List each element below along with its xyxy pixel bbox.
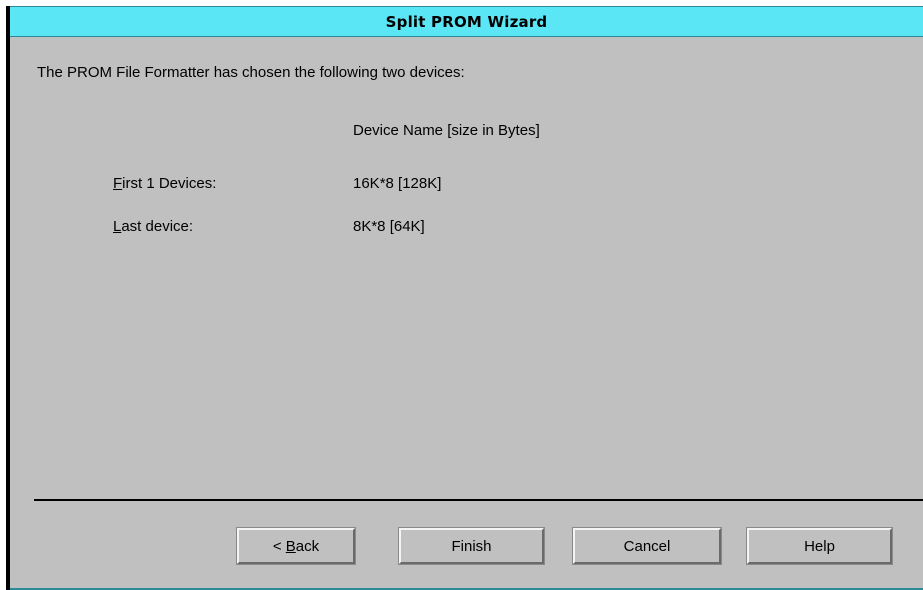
device-name-column-header: Device Name [size in Bytes] (353, 122, 540, 139)
first-devices-mnemonic: F (113, 175, 123, 192)
first-devices-label-text: irst 1 Devices: (122, 175, 217, 192)
back-button[interactable]: < Back (236, 527, 356, 565)
finish-button[interactable]: Finish (398, 527, 545, 565)
split-prom-wizard-window: Split PROM Wizard The PROM File Formatte… (6, 6, 923, 590)
title-bar[interactable]: Split PROM Wizard (10, 6, 923, 37)
last-device-label: Last device: (113, 218, 193, 235)
dialog-content: The PROM File Formatter has chosen the f… (10, 37, 923, 590)
back-button-mnemonic: B (285, 537, 296, 555)
back-button-label: ack (295, 537, 320, 555)
last-device-value: 8K*8 [64K] (353, 218, 425, 235)
help-button[interactable]: Help (746, 527, 893, 565)
intro-text: The PROM File Formatter has chosen the f… (37, 64, 465, 81)
back-button-prefix: < (272, 537, 286, 555)
button-separator (34, 499, 923, 501)
first-devices-label: First 1 Devices: (113, 175, 216, 192)
last-device-label-text: ast device: (121, 218, 194, 235)
first-devices-value: 16K*8 [128K] (353, 175, 442, 192)
window-title: Split PROM Wizard (385, 12, 548, 31)
cancel-button[interactable]: Cancel (572, 527, 722, 565)
